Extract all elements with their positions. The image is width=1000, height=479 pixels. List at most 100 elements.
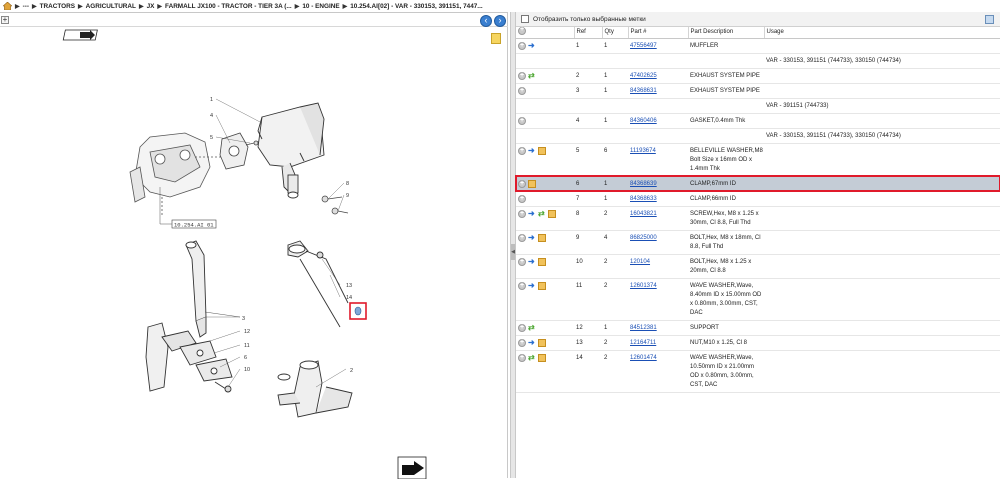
table-row[interactable]: ⇄ 14212601474 WAVE WASHER,Wave, 10.50mm ID… (516, 350, 1000, 393)
table-row[interactable]: ➜ 13212164711 NUT,M10 x 1.25, Cl 8 (516, 335, 1000, 351)
add-to-cart-icon[interactable] (518, 41, 526, 50)
table-row[interactable]: 3184368631 EXHAUST SYSTEM PIPE (516, 83, 1000, 99)
part-number-link[interactable]: 12164711 (630, 340, 656, 346)
breadcrumb-item[interactable]: JX (147, 3, 155, 10)
part-number-cell[interactable]: 11193674 (628, 143, 688, 177)
part-number-cell[interactable]: 47556497 (628, 38, 688, 54)
info-arrow-icon[interactable]: ➜ (528, 209, 536, 218)
breadcrumb-item[interactable]: AGRICULTURAL (86, 3, 136, 10)
add-to-cart-icon[interactable] (518, 257, 526, 266)
package-icon[interactable] (538, 281, 546, 290)
table-row[interactable]: ➜ 5611193674 BELLEVILLE WASHER,M8 Bolt Siz… (516, 143, 1000, 177)
table-row[interactable]: ➜ 102120104 BOLT,Hex, M8 x 1.25 x 20mm, Cl… (516, 254, 1000, 279)
column-header-part[interactable]: Part # (628, 27, 689, 39)
column-header-qty[interactable]: Qty (602, 27, 629, 39)
row-actions: ➜ (516, 254, 574, 279)
part-number-link[interactable]: 16043821 (630, 211, 657, 217)
package-icon[interactable] (538, 233, 546, 242)
package-icon[interactable] (538, 257, 546, 266)
part-number-link[interactable]: 12601374 (630, 283, 657, 289)
highlighted-callout[interactable] (349, 302, 367, 320)
part-number-cell[interactable]: 84360406 (628, 113, 688, 129)
add-to-cart-icon[interactable] (518, 194, 526, 203)
substitution-icon[interactable]: ⇄ (538, 209, 546, 218)
part-number-cell[interactable]: 84368631 (628, 83, 688, 99)
part-number-link[interactable]: 47402625 (630, 73, 657, 79)
table-row[interactable]: ➜1147556497MUFFLER (516, 38, 1000, 54)
part-number-link[interactable]: 84360406 (630, 118, 657, 124)
part-number-cell[interactable]: 84368633 (628, 191, 688, 207)
select-all-header[interactable] (516, 26, 575, 39)
show-selected-checkbox[interactable] (521, 15, 529, 23)
info-arrow-icon[interactable]: ➜ (528, 338, 536, 347)
part-number-cell[interactable]: 16043821 (628, 206, 688, 231)
add-to-cart-icon[interactable] (518, 146, 526, 155)
table-row[interactable]: ⇄ 2147402625 EXHAUST SYSTEM PIPE (516, 68, 1000, 84)
substitution-icon[interactable]: ⇄ (528, 71, 536, 80)
substitution-icon[interactable]: ⇄ (528, 353, 536, 362)
add-to-cart-icon[interactable] (518, 209, 526, 218)
add-to-cart-icon[interactable] (518, 323, 526, 332)
info-arrow-icon[interactable]: ➜ (528, 41, 536, 50)
add-all-icon[interactable] (518, 26, 526, 36)
add-to-cart-icon[interactable] (518, 281, 526, 290)
part-number-cell[interactable]: 84512381 (628, 320, 688, 336)
part-number-link[interactable]: 120104 (630, 259, 650, 265)
part-number-link[interactable]: 12601474 (630, 355, 657, 361)
info-arrow-icon[interactable]: ➜ (528, 257, 536, 266)
table-row[interactable]: ➜ 11212601374 WAVE WASHER,Wave, 8.40mm ID … (516, 278, 1000, 321)
splitter-collapse-icon[interactable]: ◀ (511, 244, 515, 260)
add-to-cart-icon[interactable] (518, 71, 526, 80)
open-next-page-icon[interactable] (397, 456, 427, 479)
package-icon[interactable] (528, 179, 536, 188)
column-header-description[interactable]: Part Description (688, 27, 765, 39)
add-to-cart-icon[interactable] (518, 338, 526, 347)
part-number-cell[interactable]: 86825000 (628, 230, 688, 255)
part-number-link[interactable]: 11193674 (630, 148, 656, 154)
column-header-ref[interactable]: Ref (574, 27, 603, 39)
info-arrow-icon[interactable]: ➜ (528, 233, 536, 242)
part-number-cell[interactable]: 12164711 (628, 335, 688, 351)
home-icon[interactable] (3, 2, 12, 10)
add-to-cart-icon[interactable] (518, 233, 526, 242)
table-row[interactable]: 7184368633 CLAMP,66mm ID (516, 191, 1000, 207)
previous-diagram-button[interactable]: ‹ (480, 15, 492, 27)
manual-forward-icon[interactable] (62, 29, 98, 41)
part-number-link[interactable]: 47556497 (630, 43, 657, 49)
package-icon[interactable] (538, 353, 546, 362)
add-to-cart-icon[interactable] (518, 86, 526, 95)
part-number-link[interactable]: 84368633 (630, 196, 657, 202)
part-number-link[interactable]: 84368631 (630, 88, 657, 94)
part-number-link[interactable]: 84368639 (630, 181, 657, 187)
part-number-cell[interactable]: 120104 (628, 254, 688, 279)
table-row[interactable]: ⇄ 12184512381 SUPPORT (516, 320, 1000, 336)
table-row[interactable]: ➜⇄8216043821SCREW,Hex, M8 x 1.25 x 30mm,… (516, 206, 1000, 231)
column-header-usage[interactable]: Usage (764, 27, 1000, 39)
breadcrumb-item[interactable]: FARMALL JX100 - TRACTOR - TIER 3A (... (165, 3, 292, 10)
expand-button[interactable]: + (1, 16, 9, 24)
breadcrumb-item[interactable]: 10 - ENGINE (302, 3, 339, 10)
info-arrow-icon[interactable]: ➜ (528, 281, 536, 290)
package-icon[interactable] (538, 338, 546, 347)
info-arrow-icon[interactable]: ➜ (528, 146, 536, 155)
export-icon[interactable] (985, 15, 994, 24)
substitution-icon[interactable]: ⇄ (528, 323, 536, 332)
add-to-cart-icon[interactable] (518, 179, 526, 188)
package-icon[interactable] (538, 146, 546, 155)
exploded-parts-diagram[interactable]: 10.254.AI 01 1 4 5 8 9 13 14 3 12 11 6 1… (0, 27, 508, 479)
part-number-link[interactable]: 84512381 (630, 325, 657, 331)
next-diagram-button[interactable]: › (494, 15, 506, 27)
part-number-cell[interactable]: 84368639 (628, 176, 688, 192)
part-number-cell[interactable]: 47402625 (628, 68, 688, 84)
add-to-cart-icon[interactable] (518, 353, 526, 362)
part-number-link[interactable]: 86825000 (630, 235, 657, 241)
package-icon[interactable] (548, 209, 556, 218)
breadcrumb-item[interactable]: --- (23, 3, 29, 10)
table-row[interactable]: ➜ 9486825000 BOLT,Hex, M8 x 18mm, Cl 8.8, … (516, 230, 1000, 255)
table-row[interactable]: 4184360406 GASKET,0.4mm Thk (516, 113, 1000, 129)
table-row-selected[interactable]: 6184368639 CLAMP,67mm ID (515, 175, 1000, 192)
breadcrumb-item[interactable]: TRACTORS (40, 3, 75, 10)
add-to-cart-icon[interactable] (518, 116, 526, 125)
part-number-cell[interactable]: 12601474 (628, 350, 688, 393)
part-number-cell[interactable]: 12601374 (628, 278, 688, 321)
